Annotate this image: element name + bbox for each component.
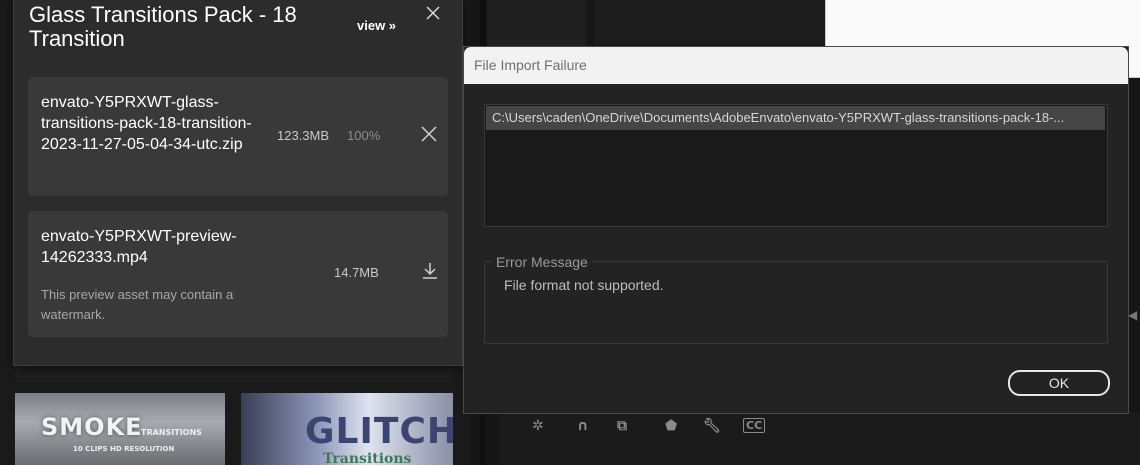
thumbnail-subtitle: TRANSITIONS <box>141 428 202 437</box>
background-panel-mid <box>487 0 587 50</box>
file-size: 123.3MB <box>277 128 330 143</box>
dialog-titlebar[interactable]: File Import Failure <box>464 47 1128 84</box>
thumbnail-caption: 10 CLIPS HD RESOLUTION <box>73 445 175 453</box>
thumbnail-smoke[interactable]: SMOKE TRANSITIONS 10 CLIPS HD RESOLUTION <box>15 393 225 465</box>
ok-button[interactable]: OK <box>1008 370 1110 396</box>
linked-selection-icon[interactable]: ⧉ <box>617 418 627 434</box>
thumbnail-subtitle: Transitions <box>323 451 412 465</box>
file-name: envato-Y5PRXWT-preview-14262333.mp4 <box>41 228 237 266</box>
thumbnail-title: GLITCH <box>305 411 453 452</box>
failed-files-list[interactable]: C:\Users\caden\OneDrive\Documents\AdobeE… <box>484 104 1108 227</box>
magnet-icon[interactable]: ∩ <box>577 418 588 434</box>
dialog-title: File Import Failure <box>474 57 587 73</box>
file-name: envato-Y5PRXWT-glass-transitions-pack-18… <box>41 94 252 153</box>
thumbnail-glitch[interactable]: GLITCH Transitions <box>241 393 453 465</box>
snap-icon[interactable]: ✲ <box>532 418 544 434</box>
timeline-area <box>500 412 1140 465</box>
file-import-failure-dialog: File Import Failure C:\Users\caden\OneDr… <box>463 46 1129 414</box>
envato-download-panel: Glass Transitions Pack - 18 Transition v… <box>13 0 463 366</box>
download-icon[interactable] <box>420 261 440 281</box>
close-icon[interactable] <box>419 124 439 144</box>
scroll-handle-icon[interactable]: ◀ <box>1128 308 1140 328</box>
error-message-legend: Error Message <box>492 254 592 270</box>
watermark-note: This preview asset may contain a waterma… <box>41 287 234 322</box>
captions-icon[interactable]: CC <box>743 418 766 433</box>
view-link[interactable]: view » <box>357 18 396 33</box>
download-item: envato-Y5PRXWT-glass-transitions-pack-18… <box>28 77 448 196</box>
thumbnail-title: SMOKE <box>41 413 143 441</box>
close-icon[interactable] <box>423 3 443 23</box>
marker-icon[interactable]: ⬟ <box>665 418 677 434</box>
error-message-text: File format not supported. <box>504 277 664 293</box>
list-item[interactable]: C:\Users\caden\OneDrive\Documents\AdobeE… <box>486 106 1105 130</box>
error-message-group <box>484 261 1108 344</box>
file-size: 14.7MB <box>334 265 379 280</box>
download-item: envato-Y5PRXWT-preview-14262333.mp4 This… <box>28 211 448 337</box>
download-progress: 100% <box>347 128 381 143</box>
wrench-icon[interactable]: 🔧︎ <box>703 418 721 434</box>
background-panel-right <box>594 0 825 45</box>
pack-title: Glass Transitions Pack - 18 Transition <box>29 2 297 51</box>
file-path: C:\Users\caden\OneDrive\Documents\AdobeE… <box>492 110 1065 125</box>
